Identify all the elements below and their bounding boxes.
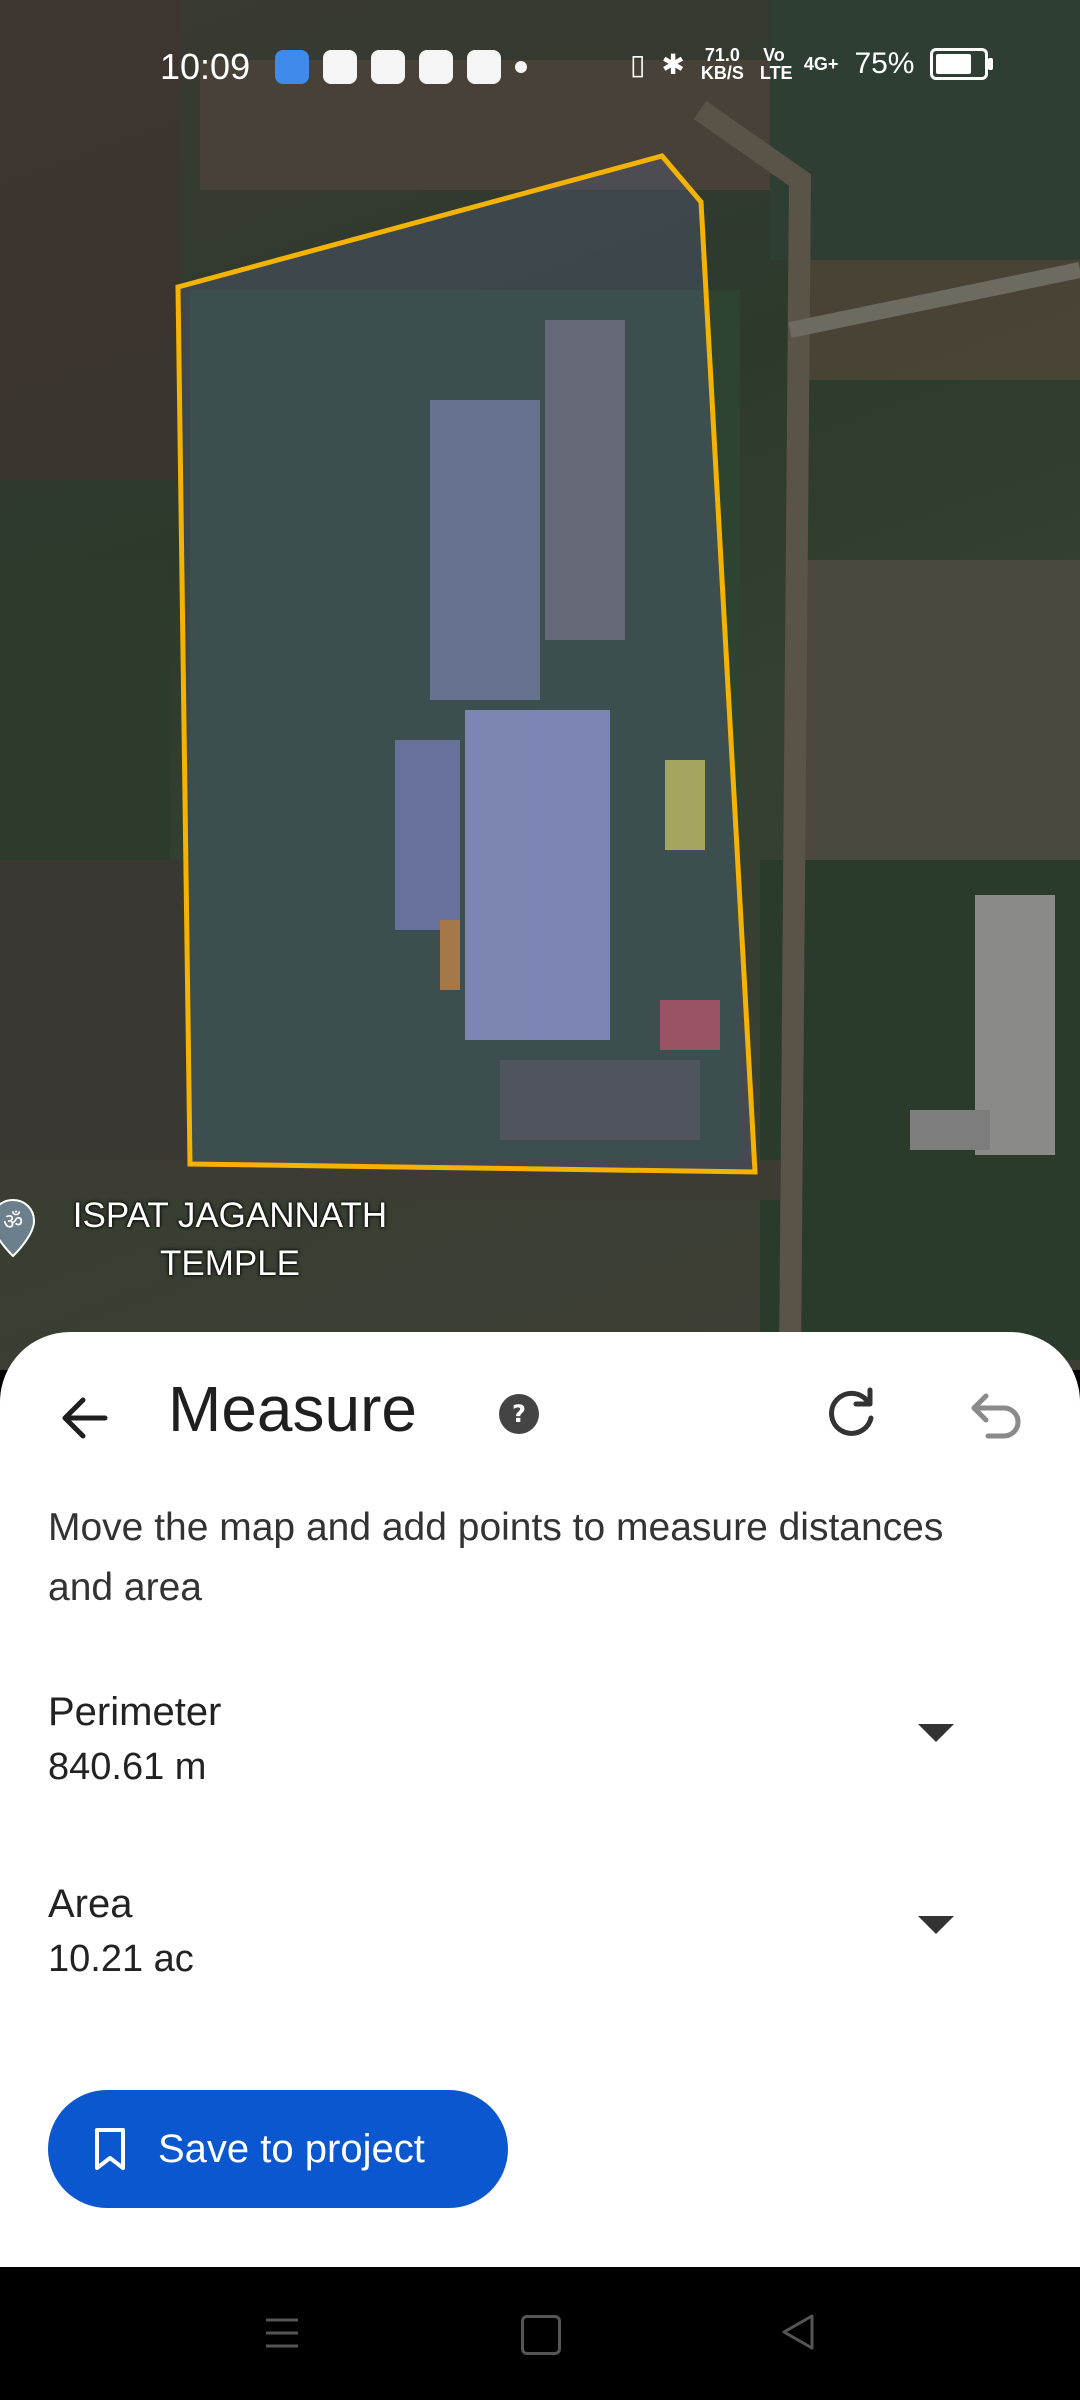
page-title: Measure [168,1373,417,1445]
dot-icon [515,61,527,73]
save-button-label: Save to project [158,2126,425,2171]
svg-text:ॐ: ॐ [3,1210,23,1235]
help-icon[interactable]: ? [497,1392,541,1436]
scooter-icon [467,50,501,84]
satellite-map[interactable]: 10:09 ▯ ✱ 71.0 KB/S Vo LTE 4G+ 75% ॐ ISP… [0,0,1080,1370]
perimeter-row[interactable]: Perimeter 840.61 m [48,1690,1038,1810]
map-imagery [0,0,1080,1361]
instruction-text: Move the map and add points to measure d… [48,1506,944,1609]
notification-icons [275,50,527,84]
battery-percent: 75% [854,47,915,80]
net-speed: 71.0 KB/S [700,45,744,83]
redo-icon[interactable] [822,1384,880,1442]
nav-back-icon[interactable] [778,2312,818,2352]
place-name: ISPAT JAGANNATH TEMPLE [72,1196,388,1283]
app-notification-icon [275,50,309,84]
battery-icon [930,48,994,80]
bookmark-icon [95,2128,125,2170]
measure-polygon [175,153,758,1175]
bluetooth-icon: ✱ [661,48,685,80]
svg-text:?: ? [512,1400,526,1428]
perimeter-label: Perimeter [48,1690,222,1734]
area-value: 10.21 ac [48,1938,194,1980]
signal-label: 4G+ [803,54,839,74]
status-time: 10:09 [160,46,251,87]
home-icon[interactable] [521,2315,561,2355]
perimeter-value: 840.61 m [48,1746,207,1788]
whatsapp-icon [419,50,453,84]
area-row[interactable]: Area 10.21 ac [48,1882,1038,2002]
battery-fill [936,54,972,74]
status-right: ▯ ✱ 71.0 KB/S Vo LTE 4G+ 75% [630,45,994,83]
undo-icon[interactable] [966,1384,1026,1442]
back-arrow-icon[interactable] [55,1388,115,1448]
perimeter-dropdown-icon[interactable] [918,1724,954,1742]
recent-apps-icon[interactable] [262,2314,302,2352]
shazam-icon [371,50,405,84]
status-bar: 10:09 ▯ ✱ 71.0 KB/S Vo LTE 4G+ 75% [0,0,1080,120]
area-dropdown-icon[interactable] [918,1916,954,1934]
calculator-icon [323,50,357,84]
volte-label: Vo LTE [759,45,793,83]
save-to-project-button[interactable]: Save to project [48,2090,508,2208]
area-label: Area [48,1882,133,1926]
om-icon: ॐ [0,1198,36,1258]
vibrate-icon: ▯ [630,48,646,80]
